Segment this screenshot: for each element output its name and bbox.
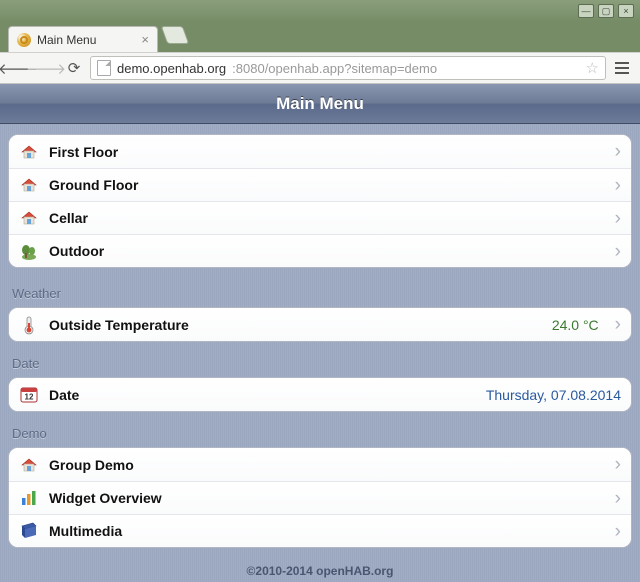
chart-icon xyxy=(19,488,39,508)
bookmark-star-icon[interactable]: ☆ xyxy=(586,59,599,77)
favicon-icon xyxy=(17,33,31,47)
list-group: 12 Date Thursday, 07.08.2014 xyxy=(8,377,632,412)
list-item-label: Group Demo xyxy=(49,457,134,473)
new-tab-button[interactable] xyxy=(161,26,190,44)
url-path: :8080/openhab.app?sitemap=demo xyxy=(232,61,437,76)
floor-icon xyxy=(19,208,39,228)
section-header: Weather xyxy=(0,268,640,307)
list-group: Group Demo › Widget Overview › Multimedia › xyxy=(8,447,632,548)
chevron-right-icon: › xyxy=(615,315,621,334)
list-item[interactable]: Outside Temperature 24.0 °C › xyxy=(9,308,631,341)
list-item-value: Thursday, 07.08.2014 xyxy=(486,387,621,403)
chevron-right-icon: › xyxy=(615,176,621,195)
media-icon xyxy=(19,521,39,541)
list-item[interactable]: Multimedia › xyxy=(9,514,631,547)
chevron-right-icon: › xyxy=(615,142,621,161)
section-header: Demo xyxy=(0,412,640,447)
section-header: Date xyxy=(0,342,640,377)
list-item[interactable]: Ground Floor › xyxy=(9,168,631,201)
browser-toolbar: 🡐 🡒 ⟳ demo.openhab.org:8080/openhab.app?… xyxy=(0,52,640,84)
floor-icon xyxy=(19,455,39,475)
menu-button[interactable] xyxy=(610,62,634,74)
list-item[interactable]: First Floor › xyxy=(9,135,631,168)
list-item-label: Multimedia xyxy=(49,523,122,539)
list-item[interactable]: Group Demo › xyxy=(9,448,631,481)
svg-text:12: 12 xyxy=(25,392,34,401)
list-item[interactable]: Outdoor › xyxy=(9,234,631,267)
tab-strip: Main Menu × xyxy=(0,22,640,52)
window-close-button[interactable]: × xyxy=(618,4,634,18)
list-item-label: Widget Overview xyxy=(49,490,162,506)
floor-icon xyxy=(19,142,39,162)
list-group: First Floor › Ground Floor › Cellar › Outdoor › xyxy=(8,134,632,268)
chevron-right-icon: › xyxy=(615,242,621,261)
list-item[interactable]: Cellar › xyxy=(9,201,631,234)
chevron-right-icon: › xyxy=(615,489,621,508)
list-item-label: Cellar xyxy=(49,210,88,226)
list-item-label: Outdoor xyxy=(49,243,104,259)
address-bar[interactable]: demo.openhab.org :8080/openhab.app?sitema… xyxy=(90,56,606,80)
chevron-right-icon: › xyxy=(615,522,621,541)
window-minimize-button[interactable]: — xyxy=(578,4,594,18)
list-item[interactable]: Widget Overview › xyxy=(9,481,631,514)
list-item: 12 Date Thursday, 07.08.2014 xyxy=(9,378,631,411)
thermo-icon xyxy=(19,315,39,335)
chevron-right-icon: › xyxy=(615,455,621,474)
tab-title: Main Menu xyxy=(37,33,96,47)
browser-tab[interactable]: Main Menu × xyxy=(8,26,158,52)
list-item-label: Date xyxy=(49,387,79,403)
floor-icon xyxy=(19,175,39,195)
window-maximize-button[interactable]: ▢ xyxy=(598,4,614,18)
outdoor-icon xyxy=(19,241,39,261)
window-titlebar: — ▢ × xyxy=(0,0,640,22)
list-item-label: Outside Temperature xyxy=(49,317,189,333)
footer: ©2010-2014 openHAB.org xyxy=(0,548,640,582)
list-item-label: Ground Floor xyxy=(49,177,138,193)
list-group: Outside Temperature 24.0 °C › xyxy=(8,307,632,342)
calendar-icon: 12 xyxy=(19,385,39,405)
app-title: Main Menu xyxy=(276,94,364,114)
url-host: demo.openhab.org xyxy=(117,61,226,76)
list-item-value: 24.0 °C xyxy=(552,317,599,333)
page-icon xyxy=(97,60,111,76)
page-viewport: Main Menu First Floor›Ground Floor›Cella… xyxy=(0,84,640,582)
chevron-right-icon: › xyxy=(615,209,621,228)
app-header: Main Menu xyxy=(0,84,640,124)
tab-close-icon[interactable]: × xyxy=(141,32,149,47)
list-item-label: First Floor xyxy=(49,144,118,160)
reload-button[interactable]: ⟳ xyxy=(62,56,86,80)
forward-button[interactable]: 🡒 xyxy=(34,56,58,80)
